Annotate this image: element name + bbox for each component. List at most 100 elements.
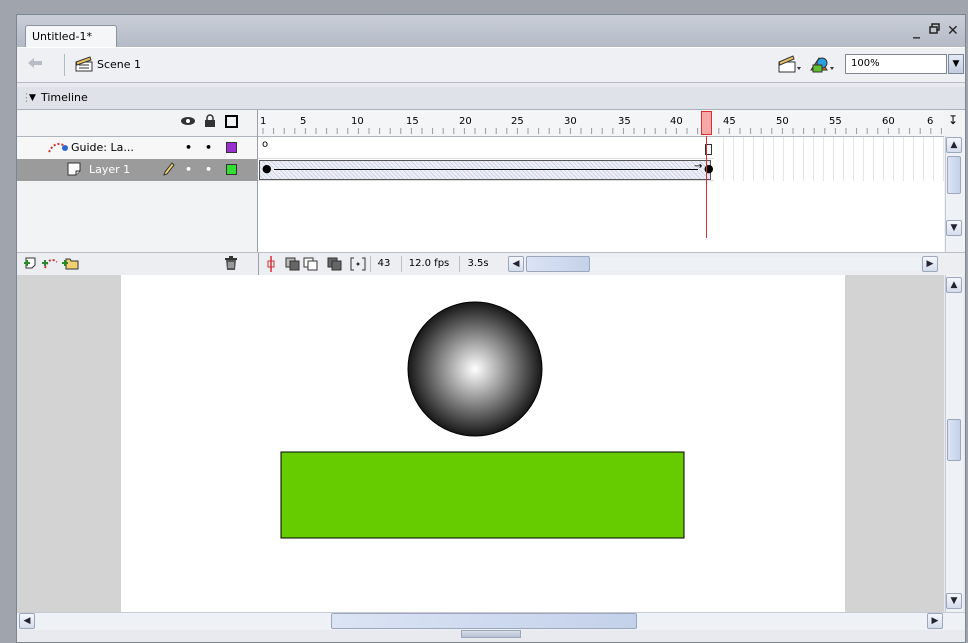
scroll-right-button[interactable]: ▶ [927, 613, 943, 629]
empty-frames [714, 137, 944, 159]
keyframe-icon: ● [262, 162, 272, 175]
scroll-thumb[interactable] [331, 613, 637, 629]
frame-number: 50 [776, 116, 789, 127]
visibility-dot[interactable]: • [185, 159, 192, 181]
frame-number: 20 [459, 116, 472, 127]
panel-collapse-handle[interactable] [461, 630, 521, 638]
back-arrow-icon [28, 58, 42, 68]
center-frame-icon [267, 256, 275, 272]
scene-icon [75, 56, 93, 75]
scroll-thumb[interactable] [947, 419, 961, 461]
onion-skin-icon [285, 257, 300, 271]
divider [258, 253, 259, 275]
lock-dot[interactable]: • [205, 137, 212, 159]
visibility-dot[interactable]: • [185, 137, 192, 159]
document-tab-title: Untitled-1* [32, 30, 92, 43]
frame-number: 5 [300, 116, 307, 127]
layer-icon [67, 162, 83, 184]
layer-pane: Guide: La... • • Layer 1 • • [17, 110, 258, 274]
layer-row-layer1[interactable]: Layer 1 • • [17, 159, 257, 181]
minimize-button[interactable]: _ [913, 23, 920, 39]
stage-horizontal-scrollbar[interactable]: ◀ ▶ [17, 612, 965, 630]
frame-number: 15 [406, 116, 419, 127]
frame-number: 40 [670, 116, 683, 127]
edit-scene-icon [778, 55, 801, 73]
layer-row-guide[interactable]: Guide: La... • • [17, 137, 257, 159]
document-window: Untitled-1* _ ✕ Scene 1 100% ▼ ⋮ ▼ Timel… [16, 14, 966, 643]
zoom-field[interactable]: 100% [845, 54, 947, 74]
frame-number: 35 [618, 116, 631, 127]
timeline-horizontal-track[interactable] [590, 257, 920, 271]
chevron-down-icon: ▼ [952, 59, 960, 69]
zoom-dropdown-button[interactable]: ▼ [948, 54, 964, 74]
frame-row-layer1[interactable]: ● → ● [258, 159, 944, 181]
restore-icon [929, 23, 940, 34]
timeline-header-label: Timeline [41, 91, 88, 104]
tween-arrow-line [274, 169, 698, 170]
motion-guide-icon [42, 259, 58, 269]
green-rectangle[interactable] [280, 451, 685, 539]
frame-number: 6 [927, 116, 934, 127]
current-frame: 43 [370, 256, 397, 272]
layer-outline-color[interactable] [226, 142, 237, 153]
frame-number: 60 [882, 116, 895, 127]
eye-icon[interactable] [180, 115, 196, 130]
scroll-down-button[interactable]: ▼ [946, 220, 962, 236]
layer-outline-color[interactable] [226, 164, 237, 175]
stage-vertical-scrollbar[interactable]: ▲ ▼ [945, 275, 963, 612]
insert-layer-icon [24, 257, 36, 269]
collapse-triangle-icon[interactable]: ▼ [29, 87, 36, 109]
scroll-left-button[interactable]: ◀ [508, 256, 524, 272]
timeline-horizontal-thumb[interactable] [526, 256, 590, 272]
edit-scene-button[interactable] [777, 54, 803, 77]
motion-tween-span[interactable] [259, 160, 711, 180]
onion-outline-icon [303, 257, 318, 271]
restore-button[interactable] [929, 23, 941, 39]
edit-symbol-button[interactable] [807, 54, 837, 77]
layer-name: Guide: La... [71, 141, 134, 154]
onion-markers-icon [350, 257, 366, 271]
frame-number: 1 [260, 116, 267, 127]
scroll-left-button[interactable]: ◀ [19, 613, 35, 629]
frame-row-guide[interactable]: o [258, 137, 944, 159]
scene-breadcrumb[interactable]: Scene 1 [97, 58, 141, 71]
layer-name: Layer 1 [89, 163, 131, 176]
tween-arrow-head: → [694, 161, 703, 172]
timeline-panel: Guide: La... • • Layer 1 • • 1 5 10 15 2… [17, 110, 965, 275]
frame-number: 30 [564, 116, 577, 127]
timeline-panel-header[interactable]: ⋮ ▼ Timeline [17, 87, 965, 110]
back-button[interactable] [27, 56, 43, 73]
outline-icon[interactable] [225, 115, 238, 131]
close-button[interactable]: ✕ [947, 23, 959, 39]
lock-icon[interactable] [204, 114, 216, 131]
scroll-up-button[interactable]: ▲ [946, 277, 962, 293]
stage[interactable] [121, 275, 845, 612]
empty-keyframe-icon: o [262, 139, 269, 150]
frame-pane[interactable]: 1 5 10 15 20 25 30 35 40 45 50 55 60 6 o [258, 110, 944, 274]
frame-rate[interactable]: 12.0 fps [401, 256, 456, 272]
layer-header [17, 110, 257, 137]
zoom-value: 100% [851, 58, 880, 69]
scroll-thumb[interactable] [947, 156, 961, 194]
separator [64, 54, 65, 76]
playhead-line [706, 136, 707, 238]
frame-number: 45 [723, 116, 736, 127]
stage-canvas [280, 301, 685, 539]
timeline-menu-icon[interactable]: ↧ [948, 113, 958, 127]
playhead[interactable] [701, 111, 712, 135]
lock-dot[interactable]: • [205, 159, 212, 181]
insert-folder-icon [62, 258, 79, 270]
pasteboard[interactable]: ▲ ▼ [17, 275, 963, 612]
gradient-ball[interactable] [407, 301, 543, 437]
document-tab[interactable]: Untitled-1* [25, 25, 117, 47]
edit-symbol-icon [810, 57, 834, 73]
scroll-up-button[interactable]: ▲ [946, 137, 962, 153]
timeline-vertical-scrollbar[interactable]: ▲ ▼ [945, 136, 963, 252]
frame-number: 10 [351, 116, 364, 127]
document-titlebar: Untitled-1* _ ✕ [17, 15, 965, 47]
empty-frames [714, 159, 944, 181]
elapsed-time: 3.5s [459, 256, 496, 272]
scroll-right-button[interactable]: ▶ [922, 256, 938, 272]
frame-ruler[interactable]: 1 5 10 15 20 25 30 35 40 45 50 55 60 6 [258, 110, 944, 137]
scroll-down-button[interactable]: ▼ [946, 593, 962, 609]
